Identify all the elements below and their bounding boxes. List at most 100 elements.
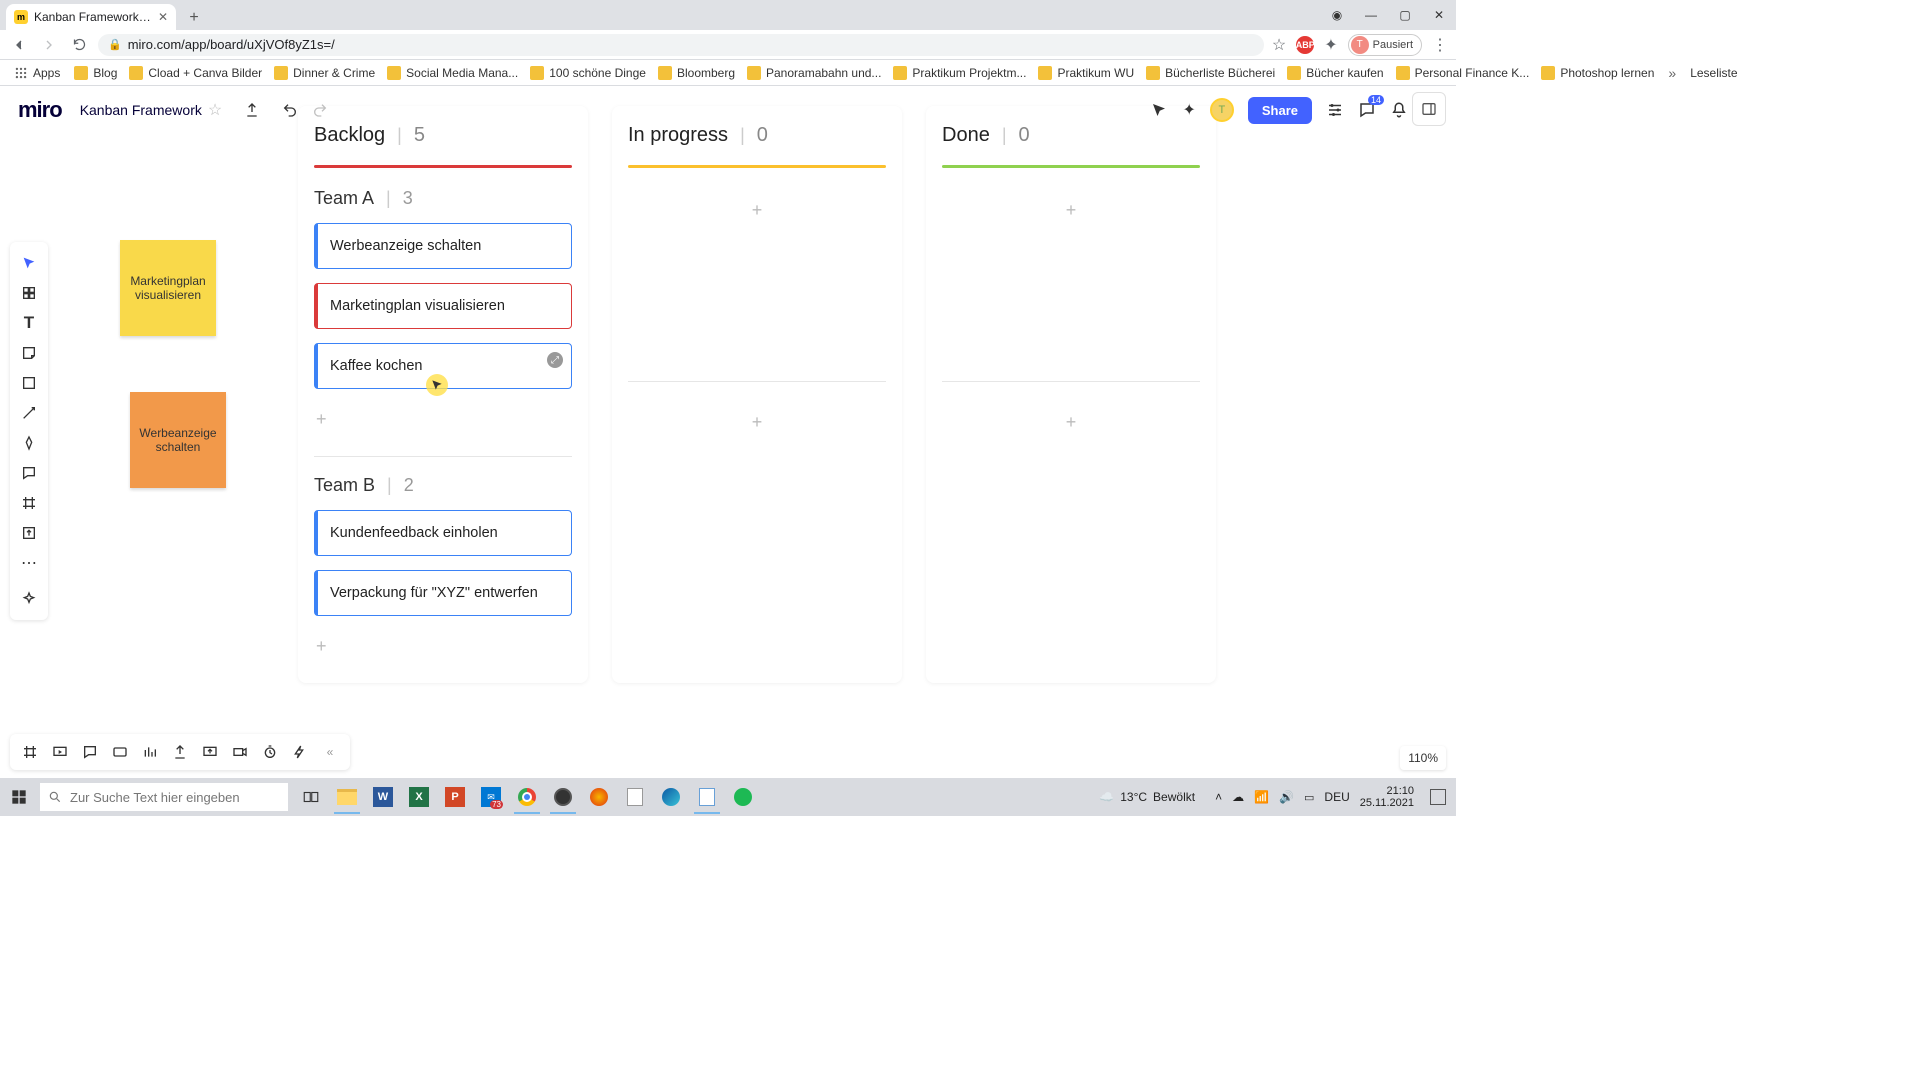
weather-widget[interactable]: ☁️ 13°C Bewölkt	[1099, 790, 1195, 804]
frames-panel-icon[interactable]	[16, 738, 44, 766]
apps-shortcut[interactable]: Apps	[8, 63, 66, 83]
pen-tool[interactable]	[14, 428, 44, 458]
screenshare-icon[interactable]	[196, 738, 224, 766]
abp-extension-icon[interactable]: ABP	[1296, 36, 1314, 54]
bookmarks-overflow-icon[interactable]: »	[1662, 65, 1682, 81]
bell-icon[interactable]	[1390, 101, 1408, 119]
explorer-taskbar-icon[interactable]	[330, 780, 364, 814]
word-taskbar-icon[interactable]: W	[366, 780, 400, 814]
card-icon[interactable]	[106, 738, 134, 766]
comments-panel-icon[interactable]	[76, 738, 104, 766]
tray-overflow-icon[interactable]: ˄	[1215, 790, 1222, 804]
app-taskbar-icon-1[interactable]	[582, 780, 616, 814]
kanban-card[interactable]: Marketingplan visualisieren	[314, 283, 572, 329]
onedrive-tray-icon[interactable]: ☁	[1232, 790, 1244, 804]
miro-canvas[interactable]: Marketingplan visualisieren Werbeanzeige …	[0, 86, 1456, 778]
address-bar[interactable]: 🔒 miro.com/app/board/uXjVOf8yZ1s=/	[98, 34, 1264, 56]
column-header[interactable]: Done|0	[942, 124, 1200, 147]
volume-tray-icon[interactable]: 🔊	[1279, 790, 1294, 804]
more-tools-icon[interactable]: ⋯	[14, 548, 44, 578]
bookmark-item[interactable]: Cload + Canva Bilder	[123, 63, 268, 83]
add-card-button[interactable]: +	[628, 400, 886, 573]
battery-tray-icon[interactable]: ▭	[1304, 791, 1314, 804]
spotify-taskbar-icon[interactable]	[726, 780, 760, 814]
circle-status-icon[interactable]: ◉	[1320, 0, 1354, 30]
bookmark-item[interactable]: Praktikum WU	[1032, 63, 1140, 83]
voting-icon[interactable]	[286, 738, 314, 766]
select-tool[interactable]	[14, 248, 44, 278]
browser-tab[interactable]: m Kanban Framework, Online Whit ✕	[6, 4, 176, 30]
column-header[interactable]: In progress|0	[628, 124, 886, 147]
comment-tool[interactable]	[14, 458, 44, 488]
bookmark-item[interactable]: Panoramabahn und...	[741, 63, 887, 83]
action-center-icon[interactable]	[1430, 789, 1446, 805]
favorite-star-icon[interactable]: ☆	[208, 100, 222, 120]
bookmark-item[interactable]: Blog	[68, 63, 123, 83]
bookmark-item[interactable]: Personal Finance K...	[1390, 63, 1536, 83]
miro-logo[interactable]: miro	[18, 97, 62, 123]
app-taskbar-icon-2[interactable]	[618, 780, 652, 814]
share-button[interactable]: Share	[1248, 97, 1312, 124]
bookmark-item[interactable]: Bücher kaufen	[1281, 63, 1389, 83]
reading-list-button[interactable]: Leseliste	[1684, 63, 1743, 83]
chrome-menu-icon[interactable]: ⋮	[1432, 35, 1448, 55]
chrome-taskbar-icon[interactable]	[510, 780, 544, 814]
bookmark-star-icon[interactable]: ☆	[1272, 35, 1286, 55]
obs-taskbar-icon[interactable]	[546, 780, 580, 814]
sticky-note-tool[interactable]	[14, 338, 44, 368]
templates-tool[interactable]	[14, 278, 44, 308]
board-title[interactable]: Kanban Framework	[80, 102, 202, 118]
add-card-button[interactable]: +	[314, 403, 572, 436]
record-icon[interactable]	[226, 738, 254, 766]
bookmark-item[interactable]: Dinner & Crime	[268, 63, 381, 83]
kanban-card[interactable]: Verpackung für "XYZ" entwerfen	[314, 570, 572, 616]
mail-taskbar-icon[interactable]: ✉73	[474, 780, 508, 814]
window-maximize-button[interactable]: ▢	[1388, 0, 1422, 30]
add-card-button[interactable]: +	[628, 188, 886, 361]
frame-tool[interactable]	[14, 488, 44, 518]
upload-tool[interactable]	[14, 518, 44, 548]
reactions-icon[interactable]: ✦	[1182, 100, 1195, 120]
taskbar-clock[interactable]: 21:10 25.11.2021	[1360, 785, 1414, 809]
export-panel-icon[interactable]	[166, 738, 194, 766]
collapse-bottom-icon[interactable]: «	[316, 738, 344, 766]
export-icon[interactable]	[244, 102, 260, 118]
nav-reload-button[interactable]	[68, 34, 90, 56]
language-indicator[interactable]: DEU	[1324, 790, 1349, 804]
card-expand-icon[interactable]: ⤢	[547, 352, 563, 368]
add-card-button[interactable]: +	[942, 188, 1200, 361]
shape-tool[interactable]	[14, 368, 44, 398]
bookmark-item[interactable]: Photoshop lernen	[1535, 63, 1660, 83]
taskbar-search[interactable]: Zur Suche Text hier eingeben	[40, 783, 288, 811]
window-minimize-button[interactable]: —	[1354, 0, 1388, 30]
presence-avatar[interactable]: T	[1210, 98, 1234, 122]
edge-taskbar-icon[interactable]	[654, 780, 688, 814]
ai-tool-icon[interactable]	[14, 584, 44, 614]
tab-close-icon[interactable]: ✕	[158, 10, 168, 24]
new-tab-button[interactable]: +	[182, 6, 206, 30]
add-card-button[interactable]: +	[942, 400, 1200, 573]
bookmark-item[interactable]: Praktikum Projektm...	[887, 63, 1032, 83]
activity-panel-toggle[interactable]	[1412, 92, 1446, 126]
kanban-card[interactable]: Werbeanzeige schalten	[314, 223, 572, 269]
nav-forward-button[interactable]	[38, 34, 60, 56]
sticky-note[interactable]: Marketingplan visualisieren	[120, 240, 216, 336]
group-header[interactable]: Team B|2	[314, 475, 572, 496]
undo-icon[interactable]	[282, 102, 298, 118]
settings-sliders-icon[interactable]	[1326, 101, 1344, 119]
zoom-indicator[interactable]: 110%	[1400, 746, 1446, 770]
powerpoint-taskbar-icon[interactable]: P	[438, 780, 472, 814]
cursor-mode-icon[interactable]	[1150, 101, 1168, 119]
presentation-icon[interactable]	[46, 738, 74, 766]
start-button[interactable]	[0, 778, 38, 816]
extensions-icon[interactable]: ✦	[1324, 35, 1337, 55]
group-header[interactable]: Team A|3	[314, 188, 572, 209]
column-header[interactable]: Backlog|5	[314, 124, 572, 147]
task-view-icon[interactable]	[294, 780, 328, 814]
excel-taskbar-icon[interactable]: X	[402, 780, 436, 814]
nav-back-button[interactable]	[8, 34, 30, 56]
text-tool[interactable]: T	[14, 308, 44, 338]
sticky-note[interactable]: Werbeanzeige schalten	[130, 392, 226, 488]
profile-chip[interactable]: T Pausiert	[1348, 34, 1422, 56]
comments-icon[interactable]: 14	[1358, 101, 1376, 119]
